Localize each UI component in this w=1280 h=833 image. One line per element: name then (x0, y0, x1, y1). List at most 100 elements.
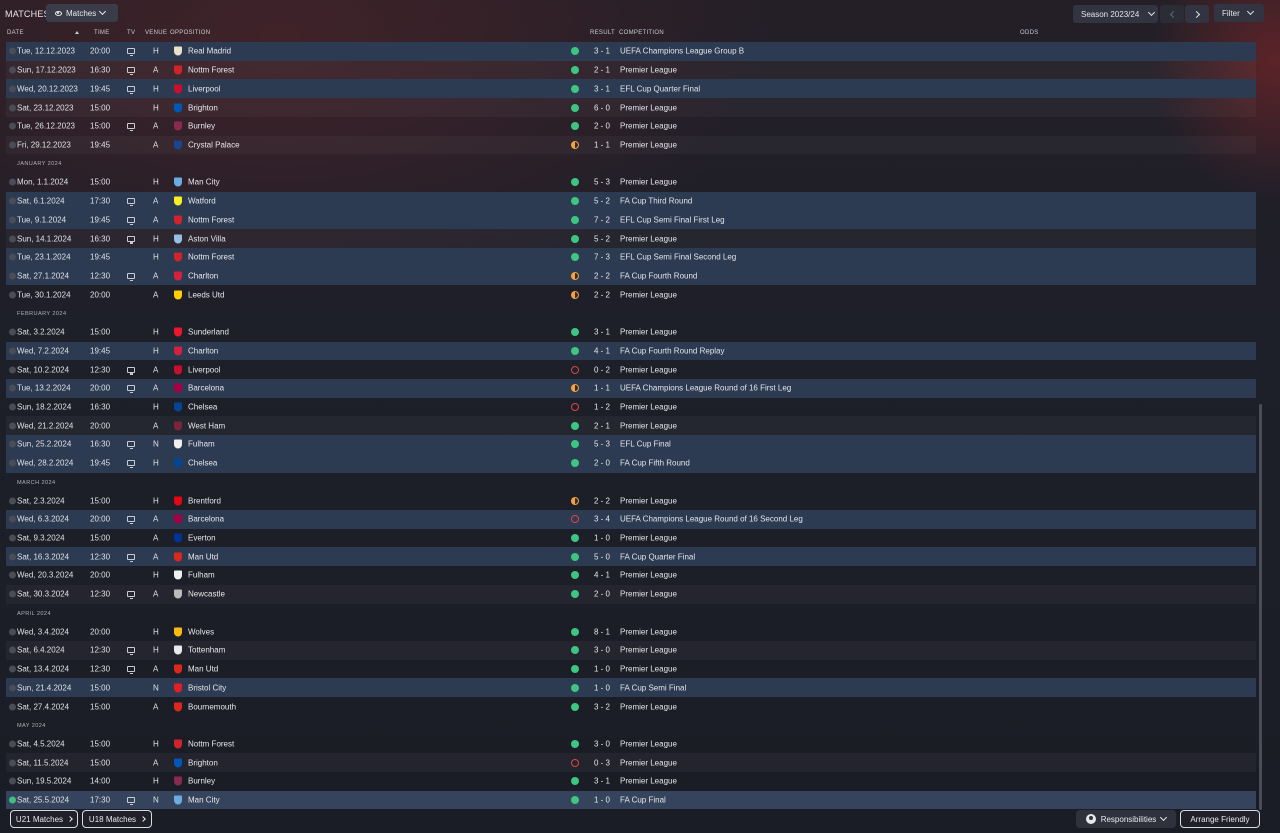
table-row[interactable]: Wed, 28.2.2024 19:45 H Chelsea 2 - 0 FA Cup F… (6, 453, 1256, 473)
match-score[interactable]: 3 - 0 (594, 646, 610, 655)
competition-name[interactable]: Premier League (620, 665, 677, 674)
competition-name[interactable]: Premier League (620, 66, 677, 75)
table-row[interactable]: Wed, 3.4.2024 20:00 H Wolves 8 - 1 Premier Le… (6, 622, 1256, 641)
column-header-tv[interactable]: TV (127, 30, 135, 36)
row-select-checkbox[interactable] (9, 347, 16, 355)
match-score[interactable]: 2 - 2 (594, 496, 610, 505)
opponent-name[interactable]: Fulham (188, 440, 215, 449)
scrollbar[interactable] (1259, 42, 1263, 810)
competition-name[interactable]: FA Cup Third Round (620, 197, 692, 206)
previous-season-button[interactable] (1160, 5, 1184, 23)
match-score[interactable]: 2 - 2 (594, 271, 610, 280)
opponent-name[interactable]: Everton (188, 534, 216, 543)
table-row[interactable]: Sat, 2.3.2024 15:00 H Brentford 2 - 2 Premier… (6, 491, 1256, 510)
u21-matches-button[interactable]: U21 Matches (10, 810, 78, 828)
table-row[interactable]: Wed, 20.3.2024 20:00 H Fulham 4 - 1 Premier L… (6, 566, 1256, 585)
competition-name[interactable]: Premier League (620, 140, 677, 149)
match-score[interactable]: 4 - 1 (594, 571, 610, 580)
row-select-checkbox[interactable] (9, 85, 16, 93)
row-select-checkbox[interactable] (9, 590, 16, 598)
table-row[interactable]: Sat, 9.3.2024 15:00 A Everton 1 - 0 Premier L… (6, 529, 1256, 548)
opponent-name[interactable]: Real Madrid (188, 47, 231, 56)
table-row[interactable]: Sat, 27.4.2024 15:00 A Bournemouth 3 - 2 Prem… (6, 697, 1256, 716)
match-score[interactable]: 3 - 1 (594, 777, 610, 786)
competition-name[interactable]: UEFA Champions League Round of 16 Second… (620, 515, 803, 524)
table-row[interactable]: Sat, 4.5.2024 15:00 H Nottm Forest 3 - 0 Prem… (6, 735, 1256, 754)
match-score[interactable]: 3 - 4 (594, 515, 610, 524)
row-select-checkbox[interactable] (9, 384, 16, 392)
row-select-checkbox[interactable] (9, 122, 16, 130)
table-row[interactable]: Sat, 3.2.2024 15:00 H Sunderland 3 - 1 Premie… (6, 323, 1256, 342)
competition-name[interactable]: Premier League (620, 403, 677, 412)
row-select-checkbox[interactable] (9, 665, 16, 673)
competition-name[interactable]: EFL Cup Quarter Final (620, 84, 700, 93)
table-row[interactable]: Sat, 11.5.2024 15:00 A Brighton 0 - 3 Premier… (6, 753, 1256, 772)
opponent-name[interactable]: Chelsea (188, 459, 217, 468)
opponent-name[interactable]: Liverpool (188, 84, 220, 93)
competition-name[interactable]: Premier League (620, 496, 677, 505)
arrange-friendly-button[interactable]: Arrange Friendly (1180, 810, 1260, 828)
match-score[interactable]: 3 - 1 (594, 328, 610, 337)
table-row[interactable]: Sat, 30.3.2024 12:30 A Newcastle 2 - 0 Premie… (6, 585, 1256, 604)
row-select-checkbox[interactable] (9, 440, 16, 448)
opponent-name[interactable]: Newcastle (188, 590, 225, 599)
row-select-checkbox[interactable] (9, 628, 16, 636)
row-select-checkbox[interactable] (9, 253, 16, 261)
row-select-checkbox[interactable] (9, 553, 16, 561)
competition-name[interactable]: Premier League (620, 122, 677, 131)
opponent-name[interactable]: Man City (188, 178, 220, 187)
row-select-checkbox[interactable] (9, 178, 16, 186)
competition-name[interactable]: FA Cup Final (620, 796, 666, 805)
match-score[interactable]: 1 - 0 (594, 683, 610, 692)
competition-name[interactable]: Premier League (620, 590, 677, 599)
competition-name[interactable]: EFL Cup Semi Final Second Leg (620, 253, 736, 262)
row-select-checkbox[interactable] (9, 796, 16, 804)
opponent-name[interactable]: West Ham (188, 421, 225, 430)
match-score[interactable]: 1 - 0 (594, 534, 610, 543)
competition-name[interactable]: Premier League (620, 103, 677, 112)
table-row[interactable]: Mon, 1.1.2024 15:00 H Man City 5 - 3 Premier … (6, 173, 1256, 192)
row-select-checkbox[interactable] (9, 216, 16, 224)
match-score[interactable]: 2 - 0 (594, 590, 610, 599)
table-row[interactable]: Fri, 29.12.2023 19:45 A Crystal Palace 1 - 1… (6, 136, 1256, 155)
opponent-name[interactable]: Charlton (188, 271, 218, 280)
table-row[interactable]: Sat, 6.4.2024 12:30 H Tottenham 3 - 0 Premier… (6, 641, 1256, 660)
match-score[interactable]: 2 - 1 (594, 421, 610, 430)
match-score[interactable]: 5 - 3 (594, 440, 610, 449)
table-row[interactable]: Wed, 21.2.2024 20:00 A West Ham 2 - 1 Premier… (6, 416, 1256, 435)
table-row[interactable]: Sun, 14.1.2024 16:30 H Aston Villa 5 - 2 Prem… (6, 229, 1256, 248)
opponent-name[interactable]: Charlton (188, 346, 218, 355)
table-row[interactable]: Sun, 18.2.2024 16:30 H Chelsea 1 - 2 Premier … (6, 398, 1256, 417)
opponent-name[interactable]: Nottm Forest (188, 66, 234, 75)
table-row[interactable]: Sat, 10.2.2024 12:30 A Liverpool 0 - 2 Premie… (6, 360, 1256, 379)
match-score[interactable]: 3 - 1 (594, 47, 610, 56)
next-season-button[interactable] (1185, 5, 1209, 23)
u18-matches-button[interactable]: U18 Matches (82, 810, 152, 828)
opponent-name[interactable]: Wolves (188, 627, 214, 636)
row-select-checkbox[interactable] (9, 141, 16, 149)
competition-name[interactable]: Premier League (620, 739, 677, 748)
match-score[interactable]: 5 - 0 (594, 552, 610, 561)
table-row[interactable]: Wed, 7.2.2024 19:45 H Charlton 4 - 1 FA Cup F… (6, 341, 1256, 361)
table-row[interactable]: Sun, 17.12.2023 16:30 A Nottm Forest 2 - 1 Pr… (6, 61, 1256, 80)
opponent-name[interactable]: Leeds Utd (188, 290, 224, 299)
column-header-odds[interactable]: ODDS (1020, 30, 1039, 36)
table-row[interactable]: Wed, 20.12.2023 19:45 H Liverpool 3 - 1 EFL C… (6, 79, 1256, 99)
competition-name[interactable]: Premier League (620, 758, 677, 767)
row-select-checkbox[interactable] (9, 497, 16, 505)
opponent-name[interactable]: Nottm Forest (188, 215, 234, 224)
table-row[interactable]: Tue, 23.1.2024 19:45 H Nottm Forest 7 - 3 EFL… (6, 247, 1256, 267)
competition-name[interactable]: FA Cup Fifth Round (620, 459, 690, 468)
opponent-name[interactable]: Bristol City (188, 683, 226, 692)
match-score[interactable]: 2 - 0 (594, 459, 610, 468)
match-score[interactable]: 7 - 3 (594, 253, 610, 262)
match-score[interactable]: 8 - 1 (594, 627, 610, 636)
competition-name[interactable]: Premier League (620, 702, 677, 711)
row-select-checkbox[interactable] (9, 534, 16, 542)
match-score[interactable]: 6 - 0 (594, 103, 610, 112)
responsibilities-button[interactable]: Responsibilities (1076, 810, 1176, 828)
match-score[interactable]: 4 - 1 (594, 346, 610, 355)
column-header-competition[interactable]: COMPETITION (619, 30, 664, 36)
opponent-name[interactable]: Barcelona (188, 515, 224, 524)
table-row[interactable]: Sat, 27.1.2024 12:30 A Charlton 2 - 2 FA Cup … (6, 266, 1256, 286)
